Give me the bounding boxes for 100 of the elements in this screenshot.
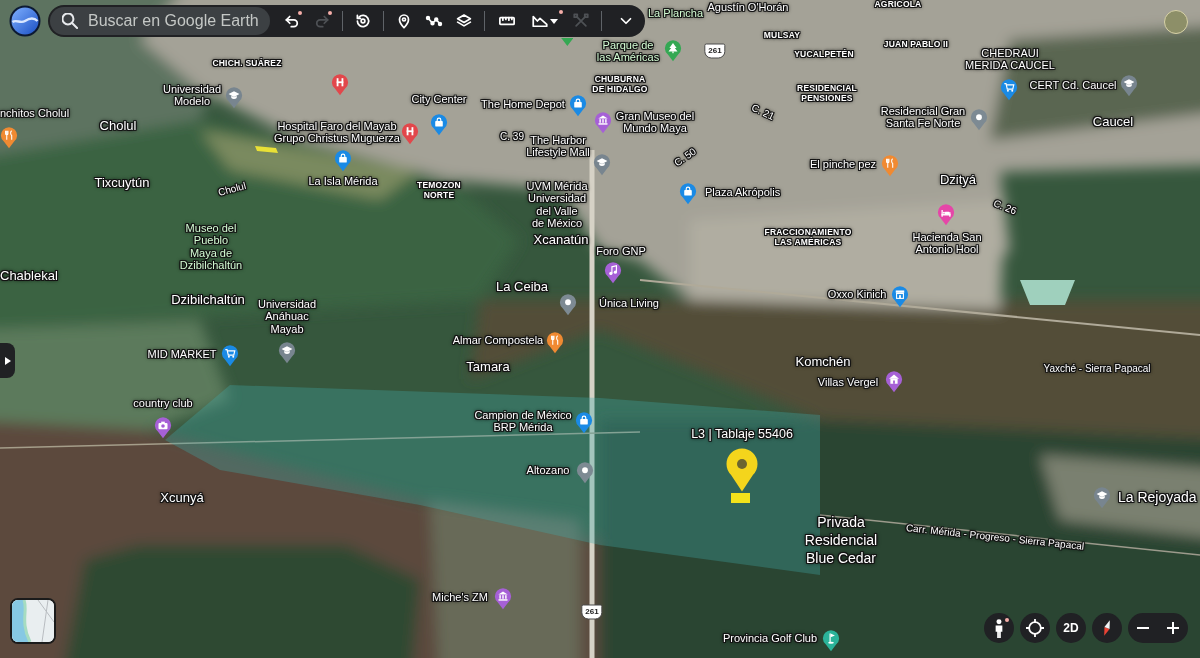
road-label: C. 21 — [749, 101, 777, 123]
road-label: Carr. Mérida - Progreso - Sierra Papacal — [905, 522, 1085, 552]
person-icon — [995, 618, 1003, 638]
graduation-cap-pin-icon[interactable] — [225, 86, 243, 109]
place-label: Oxxo Kinich — [827, 287, 887, 301]
fork-knife-pin-icon[interactable] — [0, 126, 18, 149]
place-label: Hospital Faro del Mayab Grupo Christus Muguerza — [274, 119, 400, 145]
place-label: Provincia Golf Club — [722, 631, 818, 645]
dot-pin-icon[interactable] — [970, 108, 988, 131]
place-label: country club — [133, 396, 193, 410]
cart-pin-icon[interactable] — [221, 344, 239, 367]
place-label: UVM Mérida Universidad del Valle de México — [526, 180, 588, 230]
neighborhood-label: JUAN PABLO II — [883, 40, 949, 50]
town-label: Chablekal — [0, 268, 58, 284]
fork-knife-pin-icon[interactable] — [546, 331, 564, 354]
placemark-pin-icon[interactable] — [725, 448, 759, 492]
search-icon — [62, 13, 78, 29]
place-label: MID MARKET — [147, 347, 217, 361]
place-label: Foro GNP — [596, 244, 646, 258]
park-label: Parque de las Américas — [596, 38, 660, 64]
place-label: Única Living — [599, 296, 659, 310]
graduation-cap-pin-icon[interactable] — [1120, 74, 1138, 97]
caret-icon — [549, 18, 558, 24]
graduation-cap-pin-icon[interactable] — [278, 341, 296, 364]
side-panel-toggle[interactable] — [0, 343, 15, 378]
highway-shield: 261 — [704, 43, 726, 59]
place-label: Almar Compostela — [452, 333, 544, 347]
place-label: Gran Museo del Mundo Maya — [615, 109, 695, 135]
town-label: La Ceiba — [496, 279, 548, 295]
road-label: C. 50 — [672, 145, 698, 169]
place-label: CERT Cd. Caucel — [1029, 78, 1117, 92]
layers-icon — [455, 12, 473, 30]
crosshair-icon — [1026, 619, 1044, 637]
place-label: City Center — [411, 92, 467, 106]
shopping-bag-pin-icon[interactable] — [569, 94, 587, 117]
shopping-bag-pin-icon[interactable] — [334, 149, 352, 172]
hospital-pin-icon[interactable] — [401, 122, 419, 145]
map-thumbnail-button[interactable] — [10, 598, 56, 644]
camera-pin-icon[interactable] — [154, 416, 172, 439]
dot-pin-icon[interactable] — [576, 461, 594, 484]
park-label: La Plancha — [648, 6, 704, 20]
graduation-cap-pin-icon[interactable] — [1093, 486, 1111, 509]
parcel-highlight[interactable] — [255, 146, 278, 153]
bed-pin-icon[interactable] — [937, 203, 955, 226]
town-label: Dzityá — [939, 172, 977, 188]
map-preview-icon — [12, 600, 54, 642]
neighborhood-label: FRACCIONAMIENTO LAS AMÉRICAS — [764, 228, 852, 248]
dot-pin-icon[interactable] — [559, 293, 577, 316]
place-label: Privada Residencial Blue Cedar — [804, 514, 878, 568]
place-label: Universidad Anáhuac Mayab — [257, 297, 317, 335]
museum-pin-icon[interactable] — [494, 587, 512, 610]
shopping-bag-pin-icon[interactable] — [575, 411, 593, 434]
town-label: Xcanatún — [533, 232, 589, 248]
neighborhood-label: YUCALPETÉN — [794, 50, 854, 60]
shopping-bag-pin-icon[interactable] — [430, 113, 448, 136]
globe-logo-icon[interactable] — [9, 5, 41, 37]
place-label: The Harbor Lifestyle Mall — [526, 133, 590, 159]
place-label: Residencial Gran Santa Fe Norte — [880, 104, 966, 130]
neighborhood-label: CHICH. SUÁREZ — [212, 59, 282, 69]
place-label: Altozano — [526, 463, 570, 477]
place-label: Hacienda San Antonio Hool — [912, 230, 982, 256]
notification-dot-icon — [328, 11, 332, 15]
town-label: Komchén — [795, 354, 851, 370]
placemark-label: L3 | Tablaje 55406 — [691, 427, 793, 441]
neighborhood-label: CHUBURNA DE HIDALGO — [592, 75, 648, 95]
town-label: Caucel — [1092, 114, 1134, 130]
place-label: El pinche pez — [810, 157, 876, 171]
golf-flag-pin-icon[interactable] — [822, 629, 840, 652]
place-label: Villas Vergel — [817, 375, 879, 389]
road-label: C. 26 — [991, 197, 1019, 217]
place-label: Campion de México BRP Mérida — [474, 408, 572, 434]
neighborhood-label: AGRICOLA — [874, 0, 922, 10]
museum-pin-icon[interactable] — [594, 111, 612, 134]
graduation-cap-pin-icon[interactable] — [593, 153, 611, 176]
place-label: La Rejoyada — [1118, 489, 1197, 507]
house-pin-icon[interactable] — [885, 370, 903, 393]
crossed-tools-icon — [572, 12, 590, 30]
shopping-bag-pin-icon[interactable] — [679, 182, 697, 205]
expand-arrow-icon — [4, 356, 11, 365]
road-label: Yaxché - Sierra Papacal — [1043, 363, 1151, 375]
place-label: nchitos Cholul — [0, 106, 70, 120]
road-label: C. 39 — [500, 131, 524, 143]
notification-dot-icon — [1005, 618, 1009, 622]
town-label: Cholul — [99, 118, 137, 134]
place-label: Agustín O'Horán — [707, 0, 789, 14]
park-label: Museo del Pueblo Maya de Dzibilchaltún — [179, 222, 243, 272]
tree-pin-icon[interactable] — [664, 39, 682, 62]
hospital-pin-icon[interactable] — [331, 73, 349, 96]
place-label: CHEDRAUI MERIDA CAUCEL — [965, 46, 1055, 72]
place-label: Universidad Modelo — [162, 82, 222, 108]
road-label: Cholul — [216, 179, 248, 199]
search-field[interactable]: Buscar en Google Earth — [50, 7, 270, 35]
music-note-pin-icon[interactable] — [604, 261, 622, 284]
circular-arrow-icon — [354, 12, 372, 30]
cart-pin-icon[interactable] — [1000, 78, 1018, 101]
store-pin-icon[interactable] — [891, 285, 909, 308]
minus-icon — [1137, 627, 1149, 629]
compass-icon — [1102, 619, 1112, 637]
neighborhood-label: MULSAY — [763, 31, 801, 41]
town-label: Tixcuytún — [94, 175, 150, 191]
